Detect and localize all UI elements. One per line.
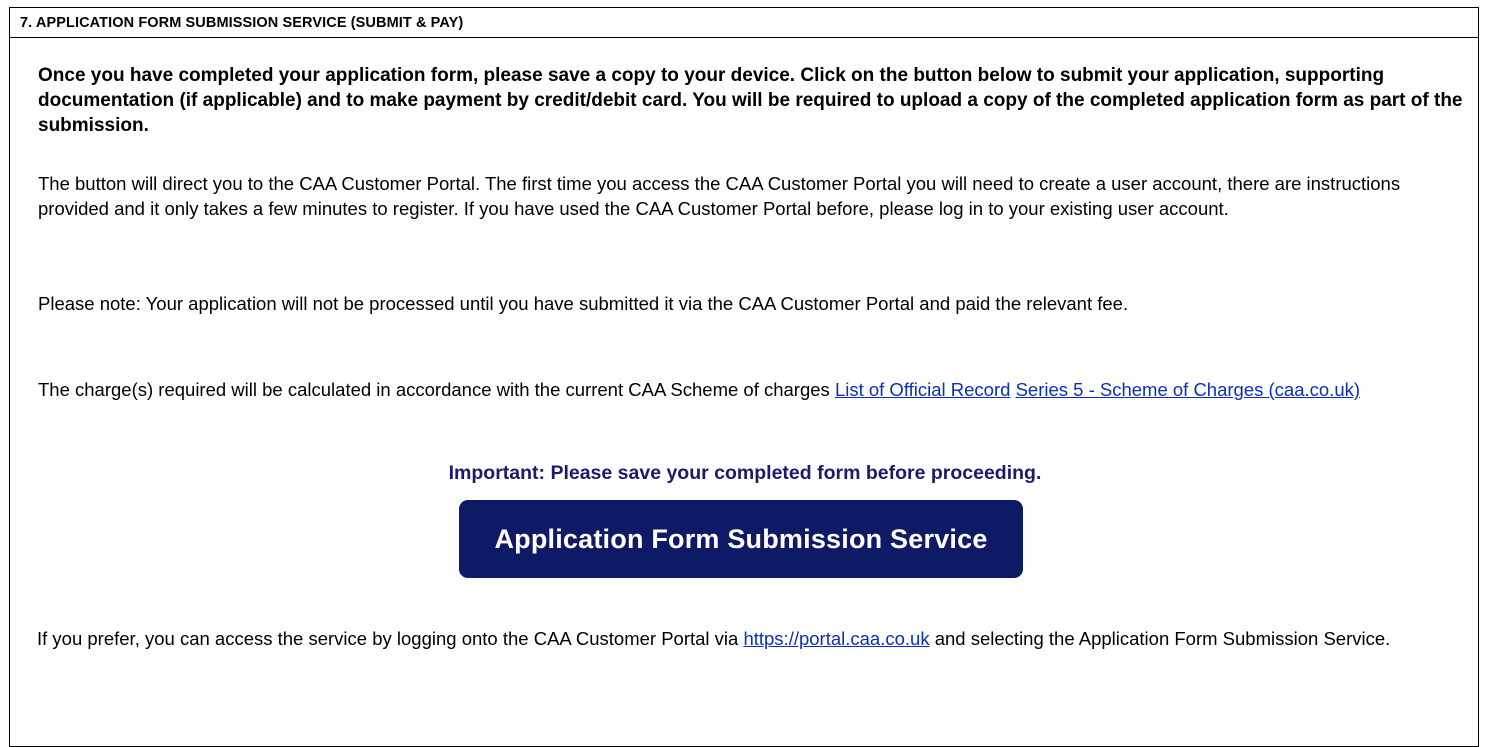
alt-access-text-after: and selecting the Application Form Submi… xyxy=(929,628,1391,649)
application-form-submission-button[interactable]: Application Form Submission Service xyxy=(459,500,1023,578)
section-title: 7. APPLICATION FORM SUBMISSION SERVICE (… xyxy=(20,14,464,31)
section-header: 7. APPLICATION FORM SUBMISSION SERVICE (… xyxy=(10,8,1478,38)
scheme-of-charges-link[interactable]: Series 5 - Scheme of Charges (caa.co.uk) xyxy=(1016,379,1360,400)
portal-info-paragraph: The button will direct you to the CAA Cu… xyxy=(38,173,1401,219)
alternative-access-paragraph: If you prefer, you can access the servic… xyxy=(37,626,1457,651)
portal-url-link[interactable]: https://portal.caa.co.uk xyxy=(743,628,929,649)
charges-paragraph: The charge(s) required will be calculate… xyxy=(38,377,1458,402)
charges-text: The charge(s) required will be calculate… xyxy=(38,379,835,400)
alt-access-text-before: If you prefer, you can access the servic… xyxy=(37,628,744,649)
official-record-link[interactable]: List of Official Record xyxy=(835,379,1010,400)
important-notice: Important: Please save your completed fo… xyxy=(448,462,1042,484)
section-panel: 7. APPLICATION FORM SUBMISSION SERVICE (… xyxy=(9,7,1479,747)
processing-note: Please note: Your application will not b… xyxy=(38,293,1129,314)
intro-instructions: Once you have completed your application… xyxy=(38,65,1463,136)
